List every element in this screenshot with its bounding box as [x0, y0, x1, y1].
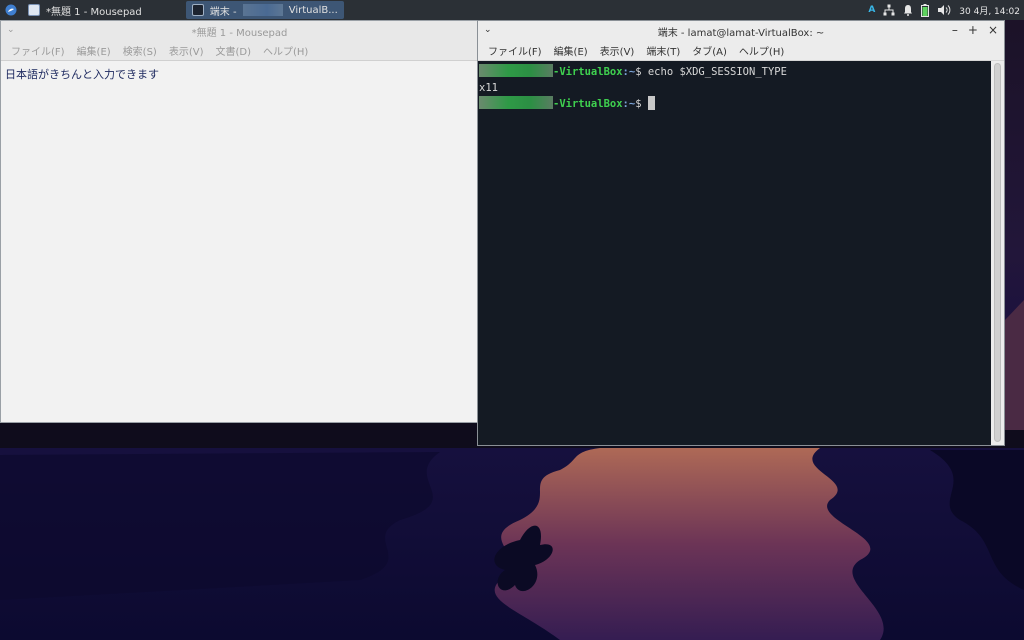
battery-icon[interactable]	[921, 3, 930, 17]
terminal-output: x11	[479, 82, 498, 94]
terminal-command: echo $XDG_SESSION_TYPE	[647, 66, 787, 78]
window-menu-icon[interactable]: ⌄	[7, 25, 15, 35]
whisker-menu-button[interactable]	[0, 0, 22, 20]
network-icon[interactable]	[883, 4, 895, 16]
prompt-path: :~	[622, 98, 636, 110]
mousepad-titlebar[interactable]: ⌄ *無題 1 - Mousepad	[1, 21, 478, 41]
maximize-icon[interactable]: +	[968, 23, 978, 37]
clock[interactable]: 30 4月, 14:02	[959, 4, 1020, 17]
prompt-host: -VirtualBox	[553, 98, 623, 110]
menu-edit[interactable]: 編集(E)	[548, 43, 594, 58]
task-terminal-label-prefix: 端末 -	[209, 6, 237, 18]
menu-help[interactable]: ヘルプ(H)	[733, 43, 790, 58]
task-mousepad[interactable]: *無題 1 - Mousepad	[22, 1, 148, 19]
editor-text: 日本語がきちんと入力できます	[5, 68, 159, 81]
task-mousepad-label: *無題 1 - Mousepad	[46, 6, 142, 18]
window-menu-icon[interactable]: ⌄	[484, 25, 492, 35]
top-panel: *無題 1 - Mousepad 端末 - VirtualB... A 30 4月…	[0, 0, 1024, 20]
volume-icon[interactable]	[937, 4, 951, 16]
redacted-username-blur	[479, 64, 553, 77]
terminal-output-area[interactable]: -VirtualBox:~$ echo $XDG_SESSION_TYPE x1…	[478, 61, 992, 445]
terminal-app-icon	[191, 4, 204, 16]
mousepad-text-area[interactable]: 日本語がきちんと入力できます	[2, 62, 477, 421]
menu-search[interactable]: 検索(S)	[117, 43, 163, 58]
redacted-title-blur	[242, 4, 283, 16]
menu-view[interactable]: 表示(V)	[163, 43, 210, 58]
scrollbar-thumb[interactable]	[994, 63, 1001, 442]
terminal-menubar: ファイル(F) 編集(E) 表示(V) 端末(T) タブ(A) ヘルプ(H)	[478, 41, 1004, 61]
prompt-path: :~	[622, 66, 636, 78]
prompt-host: -VirtualBox	[553, 66, 623, 78]
task-terminal-label-suffix: VirtualB...	[288, 4, 338, 16]
terminal-scrollbar[interactable]	[991, 61, 1004, 445]
prompt-symbol: $	[635, 66, 642, 78]
task-terminal[interactable]: 端末 - VirtualB...	[185, 1, 344, 19]
terminal-window: ⌄ 端末 - lamat@lamat-VirtualBox: ~ – + × フ…	[477, 20, 1005, 446]
menu-tabs[interactable]: タブ(A)	[686, 43, 733, 58]
notification-bell-icon[interactable]	[903, 4, 913, 16]
terminal-line: -VirtualBox:~$	[479, 96, 991, 112]
mousepad-window: ⌄ *無題 1 - Mousepad ファイル(F) 編集(E) 検索(S) 表…	[0, 20, 479, 423]
menu-view[interactable]: 表示(V)	[594, 43, 641, 58]
terminal-titlebar[interactable]: ⌄ 端末 - lamat@lamat-VirtualBox: ~ – + ×	[478, 21, 1004, 41]
terminal-cursor	[647, 96, 655, 110]
terminal-line: x11	[479, 80, 991, 96]
mousepad-title: *無題 1 - Mousepad	[191, 27, 288, 39]
minimize-icon[interactable]: –	[952, 23, 958, 37]
menu-file[interactable]: ファイル(F)	[482, 43, 548, 58]
window-controls: – + ×	[952, 23, 998, 37]
menu-help[interactable]: ヘルプ(H)	[257, 43, 314, 58]
terminal-title: 端末 - lamat@lamat-VirtualBox: ~	[657, 27, 825, 39]
input-method-indicator[interactable]: A	[868, 5, 875, 15]
mousepad-app-icon	[28, 4, 40, 16]
menu-file[interactable]: ファイル(F)	[5, 43, 71, 58]
menu-terminal[interactable]: 端末(T)	[640, 43, 686, 58]
system-tray: A 30 4月, 14:02	[868, 0, 1024, 20]
close-icon[interactable]: ×	[988, 23, 998, 37]
mousepad-menubar: ファイル(F) 編集(E) 検索(S) 表示(V) 文書(D) ヘルプ(H)	[1, 41, 478, 61]
terminal-line: -VirtualBox:~$ echo $XDG_SESSION_TYPE	[479, 64, 991, 80]
menu-document[interactable]: 文書(D)	[210, 43, 258, 58]
redacted-username-blur	[479, 96, 553, 109]
prompt-symbol: $	[635, 98, 642, 110]
xfce-logo-icon	[5, 4, 17, 16]
menu-edit[interactable]: 編集(E)	[71, 43, 117, 58]
